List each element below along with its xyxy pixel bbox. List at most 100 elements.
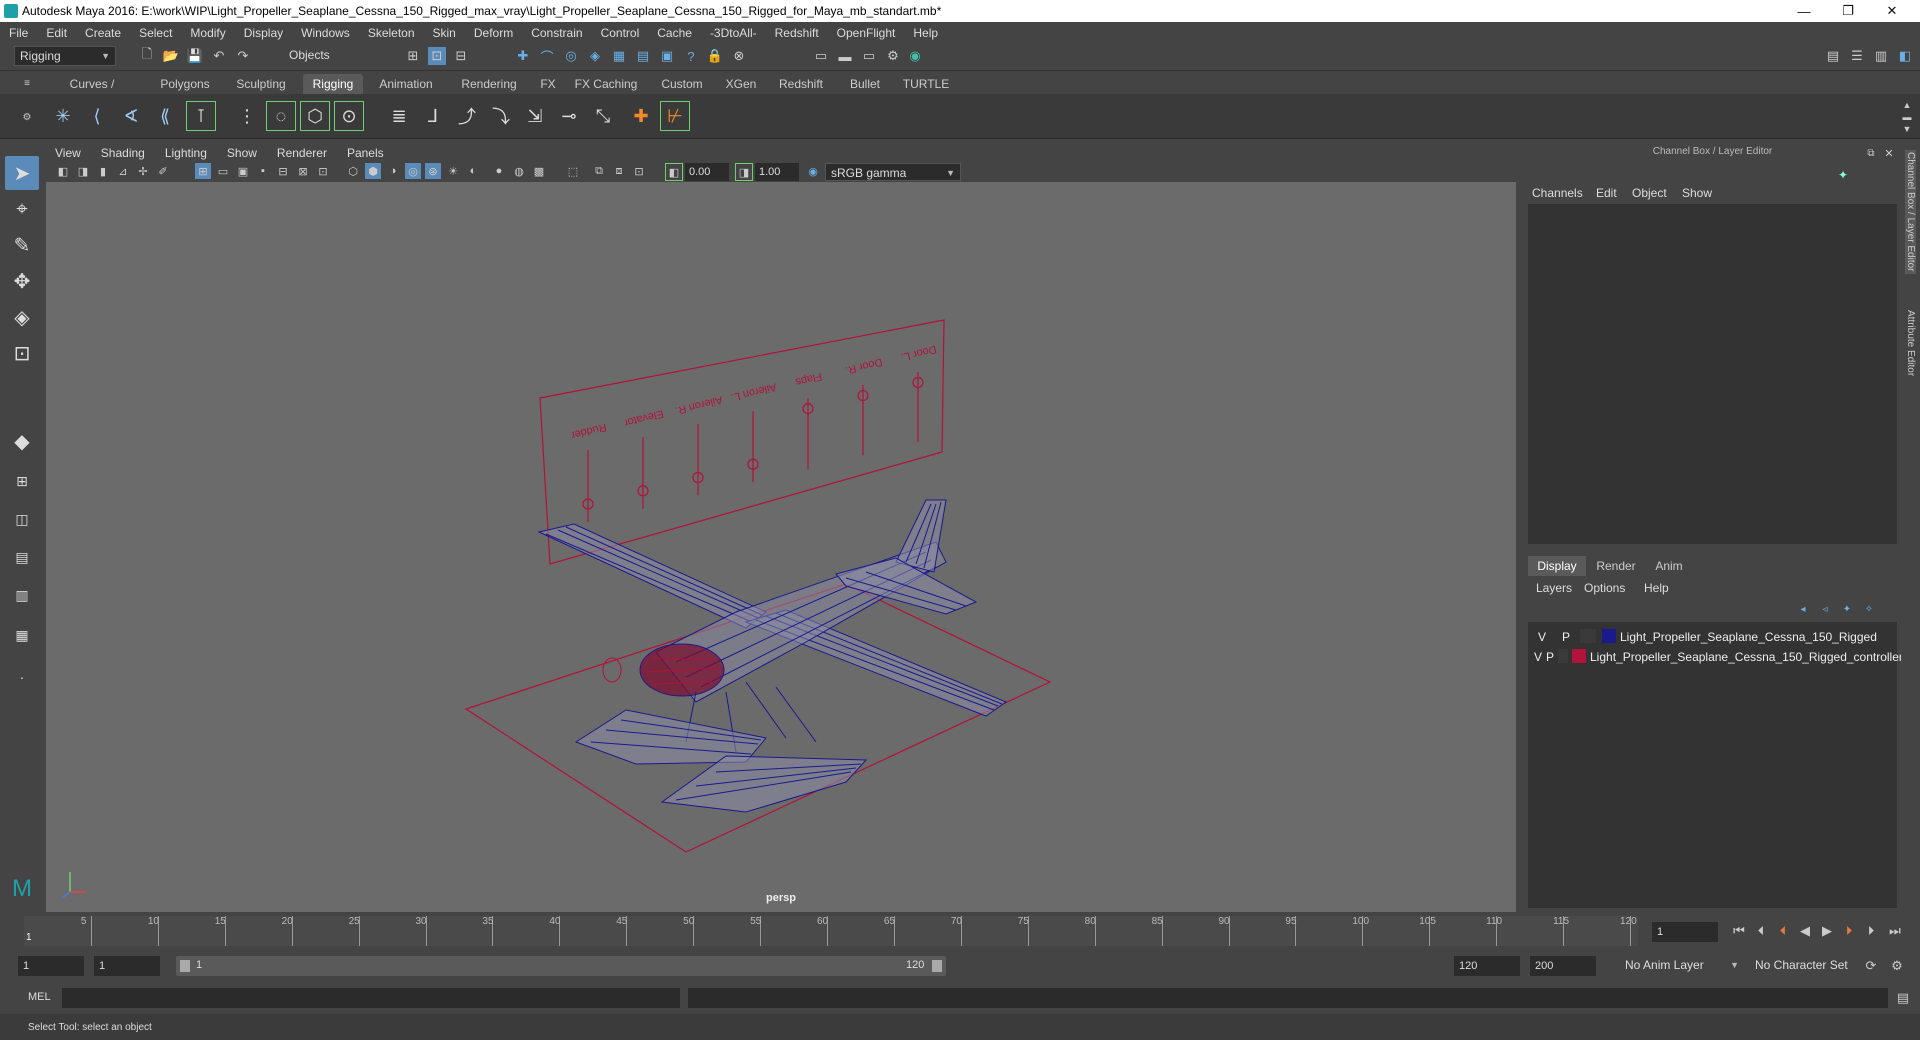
menu-skin[interactable]: Skin — [424, 26, 465, 40]
step-back-key-icon[interactable]: ⏴ — [1752, 922, 1770, 940]
controller-board[interactable] — [539, 319, 945, 565]
ik-handle-icon[interactable]: ⟨ — [82, 101, 112, 131]
lock-icon[interactable]: 🔒 — [706, 47, 724, 65]
shelf-tab-redshift[interactable]: Redshift — [768, 74, 834, 94]
animation-preferences-icon[interactable]: ⚙ — [1888, 957, 1906, 975]
shelf-tab-rendering[interactable]: Rendering — [448, 74, 530, 94]
construction-history-icon[interactable]: ⊗ — [730, 47, 748, 65]
show-menu[interactable]: Show — [1682, 186, 1712, 200]
select-tool-icon[interactable]: ➤ — [5, 156, 39, 190]
orient-constraint-icon[interactable]: ⤵ — [486, 101, 516, 131]
tab-anim[interactable]: Anim — [1646, 556, 1692, 576]
snap-curve-icon[interactable]: ⌒ — [538, 47, 556, 65]
xray-joints-icon[interactable]: ⧈ — [611, 163, 627, 179]
snap-grid-icon[interactable]: ✚ — [514, 47, 532, 65]
insert-joint-icon[interactable]: ⟪ — [150, 101, 180, 131]
snap-view-plane-icon[interactable]: ◈ — [586, 47, 604, 65]
layer-color-swatch[interactable] — [1602, 629, 1616, 643]
shelf-scroll-down-icon[interactable]: ▼ — [1898, 120, 1916, 138]
viewport-menu-view[interactable]: View — [45, 146, 91, 160]
tab-attribute-editor[interactable]: Attribute Editor — [1905, 310, 1916, 376]
smooth-bind-icon[interactable]: ◌ — [266, 101, 296, 131]
step-forward-frame-icon[interactable]: ⏵ — [1840, 922, 1858, 940]
wireframe-icon[interactable]: ⬡ — [345, 163, 361, 179]
shelf-tab-curves-surfaces[interactable]: Curves / Surfaces — [48, 74, 136, 111]
scale-constraint-icon[interactable]: ⇲ — [520, 101, 550, 131]
playback-start-field[interactable]: 1 — [94, 956, 160, 976]
shelf-tab-custom[interactable]: Custom — [650, 74, 714, 94]
perspective-viewport[interactable]: Rudder Elevator Aileron R. Aileron L. Flaps D… — [46, 182, 1516, 912]
viewport-menu-renderer[interactable]: Renderer — [267, 146, 337, 160]
anti-aliasing-icon[interactable]: ▩ — [531, 163, 547, 179]
restore-button[interactable]: ❐ — [1826, 0, 1870, 22]
render-frame-icon[interactable]: ▬ — [836, 47, 854, 65]
select-by-component-icon[interactable]: ⊟ — [452, 47, 470, 65]
exposure-icon[interactable]: ◧ — [665, 163, 683, 181]
ipr-render-icon[interactable]: ▭ — [860, 47, 878, 65]
play-forwards-icon[interactable]: ▶ — [1818, 922, 1836, 940]
shelf-tab-xgen[interactable]: XGen — [718, 74, 764, 94]
snap-point-icon[interactable]: ◎ — [562, 47, 580, 65]
tab-render[interactable]: Render — [1588, 556, 1644, 576]
menu-redshift[interactable]: Redshift — [766, 26, 828, 40]
move-layer-down-icon[interactable]: ◃ — [1816, 600, 1834, 618]
view-transform-dropdown[interactable]: sRGB gamma ▼ — [825, 163, 961, 181]
gamma-field[interactable]: 1.00 — [755, 163, 799, 181]
tab-display[interactable]: Display — [1528, 556, 1586, 576]
menu-select[interactable]: Select — [130, 26, 181, 40]
new-scene-icon[interactable]: 🗋 — [138, 46, 156, 65]
shelf-tab-fx-caching[interactable]: FX Caching — [566, 74, 646, 94]
layer-color-swatch[interactable] — [1572, 649, 1586, 663]
xray-components-icon[interactable]: ⊡ — [631, 163, 647, 179]
shelf-tab-sculpting[interactable]: Sculpting — [224, 74, 298, 94]
playback-end-field[interactable]: 120 — [1454, 956, 1520, 976]
paint-weights-icon[interactable]: ≣ — [384, 101, 414, 131]
list-item[interactable]: V P Light_Propeller_Seaplane_Cessna_150_… — [1528, 628, 1897, 646]
menu-openflight[interactable]: OpenFlight — [828, 26, 905, 40]
grid-icon[interactable]: ⊞ — [195, 163, 211, 179]
open-scene-icon[interactable]: 📂 — [162, 47, 180, 65]
workspace-layout-icon[interactable]: ▤ — [1824, 47, 1842, 65]
grease-pencil-icon[interactable]: ✐ — [155, 163, 171, 179]
shelf-tab-polygons[interactable]: Polygons — [152, 74, 218, 94]
cluster-icon[interactable]: ⊙ — [334, 101, 364, 131]
select-camera-icon[interactable]: ◧ — [55, 163, 71, 179]
close-button[interactable]: ✕ — [1870, 0, 1914, 22]
minimize-button[interactable]: — — [1782, 0, 1826, 22]
viewport-menu-shading[interactable]: Shading — [91, 146, 155, 160]
select-by-hierarchy-icon[interactable]: ⊞ — [404, 47, 422, 65]
menu-constrain[interactable]: Constrain — [522, 26, 591, 40]
isolate-select-icon[interactable]: ⬚ — [565, 163, 581, 179]
help-menu[interactable]: Help — [1644, 581, 1669, 595]
paint-select-tool-icon[interactable]: ✎ — [5, 228, 39, 262]
aim-constraint-icon[interactable]: ⊸ — [554, 101, 584, 131]
lattice-icon[interactable]: ⬡ — [300, 101, 330, 131]
shelf-tab-animation[interactable]: Animation — [368, 74, 444, 94]
menu-help[interactable]: Help — [904, 26, 947, 40]
undo-icon[interactable]: ↶ — [210, 47, 228, 65]
play-backwards-icon[interactable]: ◀ — [1796, 922, 1814, 940]
gamma-icon[interactable]: ◨ — [735, 163, 753, 181]
scale-tool-icon[interactable]: ⊡ — [5, 336, 39, 370]
history-icon[interactable]: ? — [682, 47, 700, 65]
gate-mask-icon[interactable]: ▪ — [255, 163, 271, 179]
outliner-persp-layout-icon[interactable]: ▤ — [5, 540, 39, 574]
graph-persp-layout-icon[interactable]: ▥ — [5, 578, 39, 612]
motion-blur-icon[interactable]: ◍ — [511, 163, 527, 179]
two-view-layout-icon[interactable]: ◫ — [5, 502, 39, 536]
menu-skeleton[interactable]: Skeleton — [359, 26, 424, 40]
command-input[interactable] — [62, 988, 680, 1008]
menu-display[interactable]: Display — [235, 26, 292, 40]
time-slider-track[interactable]: 1 5 10 15 20 25 30 35 40 45 50 55 60 65 70 75 80 85 90 95 1… — [24, 916, 1638, 946]
pole-vector-icon[interactable]: ⤡ — [588, 101, 618, 131]
layer-name[interactable]: Light_Propeller_Seaplane_Cessna_150_Rigg… — [1590, 650, 1903, 664]
snap-vertex-icon[interactable]: ▣ — [658, 47, 676, 65]
ik-spline-icon[interactable]: ∢ — [116, 101, 146, 131]
character-set-dropdown[interactable]: No Character Set — [1750, 956, 1860, 976]
safe-action-icon[interactable]: ⊠ — [295, 163, 311, 179]
menu-edit[interactable]: Edit — [37, 26, 76, 40]
range-end-handle[interactable] — [932, 960, 942, 972]
custom-layout-icon[interactable]: · — [5, 660, 39, 694]
select-by-object-icon[interactable]: ⊡ — [428, 47, 446, 65]
channel-box-toggle-icon[interactable]: ☰ — [1848, 47, 1866, 65]
